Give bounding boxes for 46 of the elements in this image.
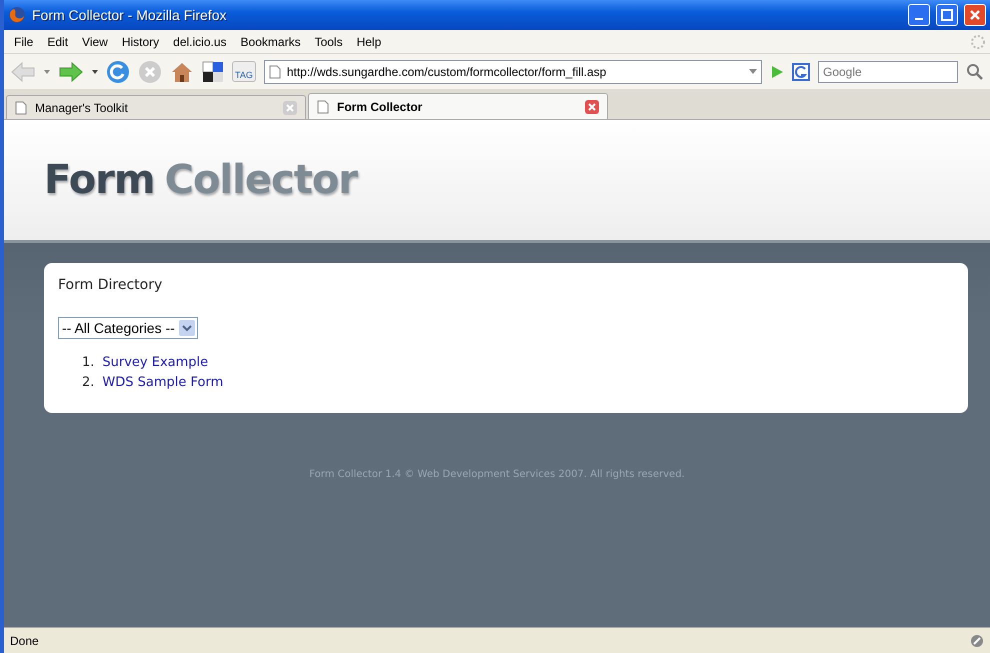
category-dropdown[interactable]: -- All Categories --	[58, 317, 198, 339]
status-icon	[970, 634, 984, 648]
bookmark-grid-icon[interactable]	[202, 60, 224, 82]
menu-item[interactable]: Edit	[41, 32, 74, 50]
menu-item[interactable]: View	[76, 32, 114, 50]
page-icon	[15, 100, 27, 114]
menu-item[interactable]: File	[8, 32, 40, 50]
menu-item[interactable]: del.icio.us	[167, 32, 233, 50]
reload-icon[interactable]	[106, 60, 130, 84]
search-icon[interactable]	[966, 62, 984, 80]
menu-item[interactable]: Tools	[308, 32, 349, 50]
page-icon	[317, 100, 329, 114]
list-number: 1.	[82, 354, 94, 372]
browser-tab[interactable]: Form Collector	[308, 93, 608, 119]
forward-icon[interactable]	[58, 60, 84, 82]
close-icon[interactable]	[585, 100, 599, 114]
menu-item[interactable]: Help	[350, 32, 388, 50]
minimize-button[interactable]	[908, 4, 930, 26]
search-engine-icon[interactable]	[792, 62, 810, 80]
tag-button[interactable]: TAG	[232, 61, 256, 82]
menu-item[interactable]: History	[116, 32, 166, 50]
dropdown-icon[interactable]	[92, 70, 98, 74]
status-text: Done	[10, 634, 39, 648]
throbber-icon	[970, 34, 986, 50]
search-field[interactable]: Google	[818, 60, 958, 82]
card-title: Form Directory	[58, 277, 162, 293]
tab-label: Manager's Toolkit	[35, 100, 129, 114]
close-icon	[969, 9, 981, 21]
logo-text: Form	[44, 157, 155, 203]
browser-logo-icon	[8, 6, 26, 24]
tab-label: Form Collector	[337, 100, 424, 114]
maximize-icon	[941, 9, 953, 21]
menu-item[interactable]: Bookmarks	[234, 32, 307, 50]
browser-tab[interactable]: Manager's Toolkit	[6, 95, 306, 119]
logo-text: Collector	[164, 157, 358, 203]
list-number: 2.	[82, 374, 94, 392]
footer-text: Form Collector 1.4 © Web Development Services 2007. All rights reserved.	[309, 469, 685, 480]
window-title: Form Collector - Mozilla Firefox	[32, 7, 228, 23]
minimize-icon	[915, 18, 923, 20]
close-button[interactable]	[964, 4, 986, 26]
page-icon	[268, 64, 281, 78]
address-field[interactable]: http://wds.sungardhe.com/custom/formcollector/form_fill.asp	[264, 60, 762, 84]
form-link[interactable]: Survey Example	[102, 353, 208, 373]
form-link[interactable]: WDS Sample Form	[102, 373, 224, 393]
go-icon[interactable]	[770, 64, 784, 80]
maximize-button[interactable]	[936, 4, 958, 26]
